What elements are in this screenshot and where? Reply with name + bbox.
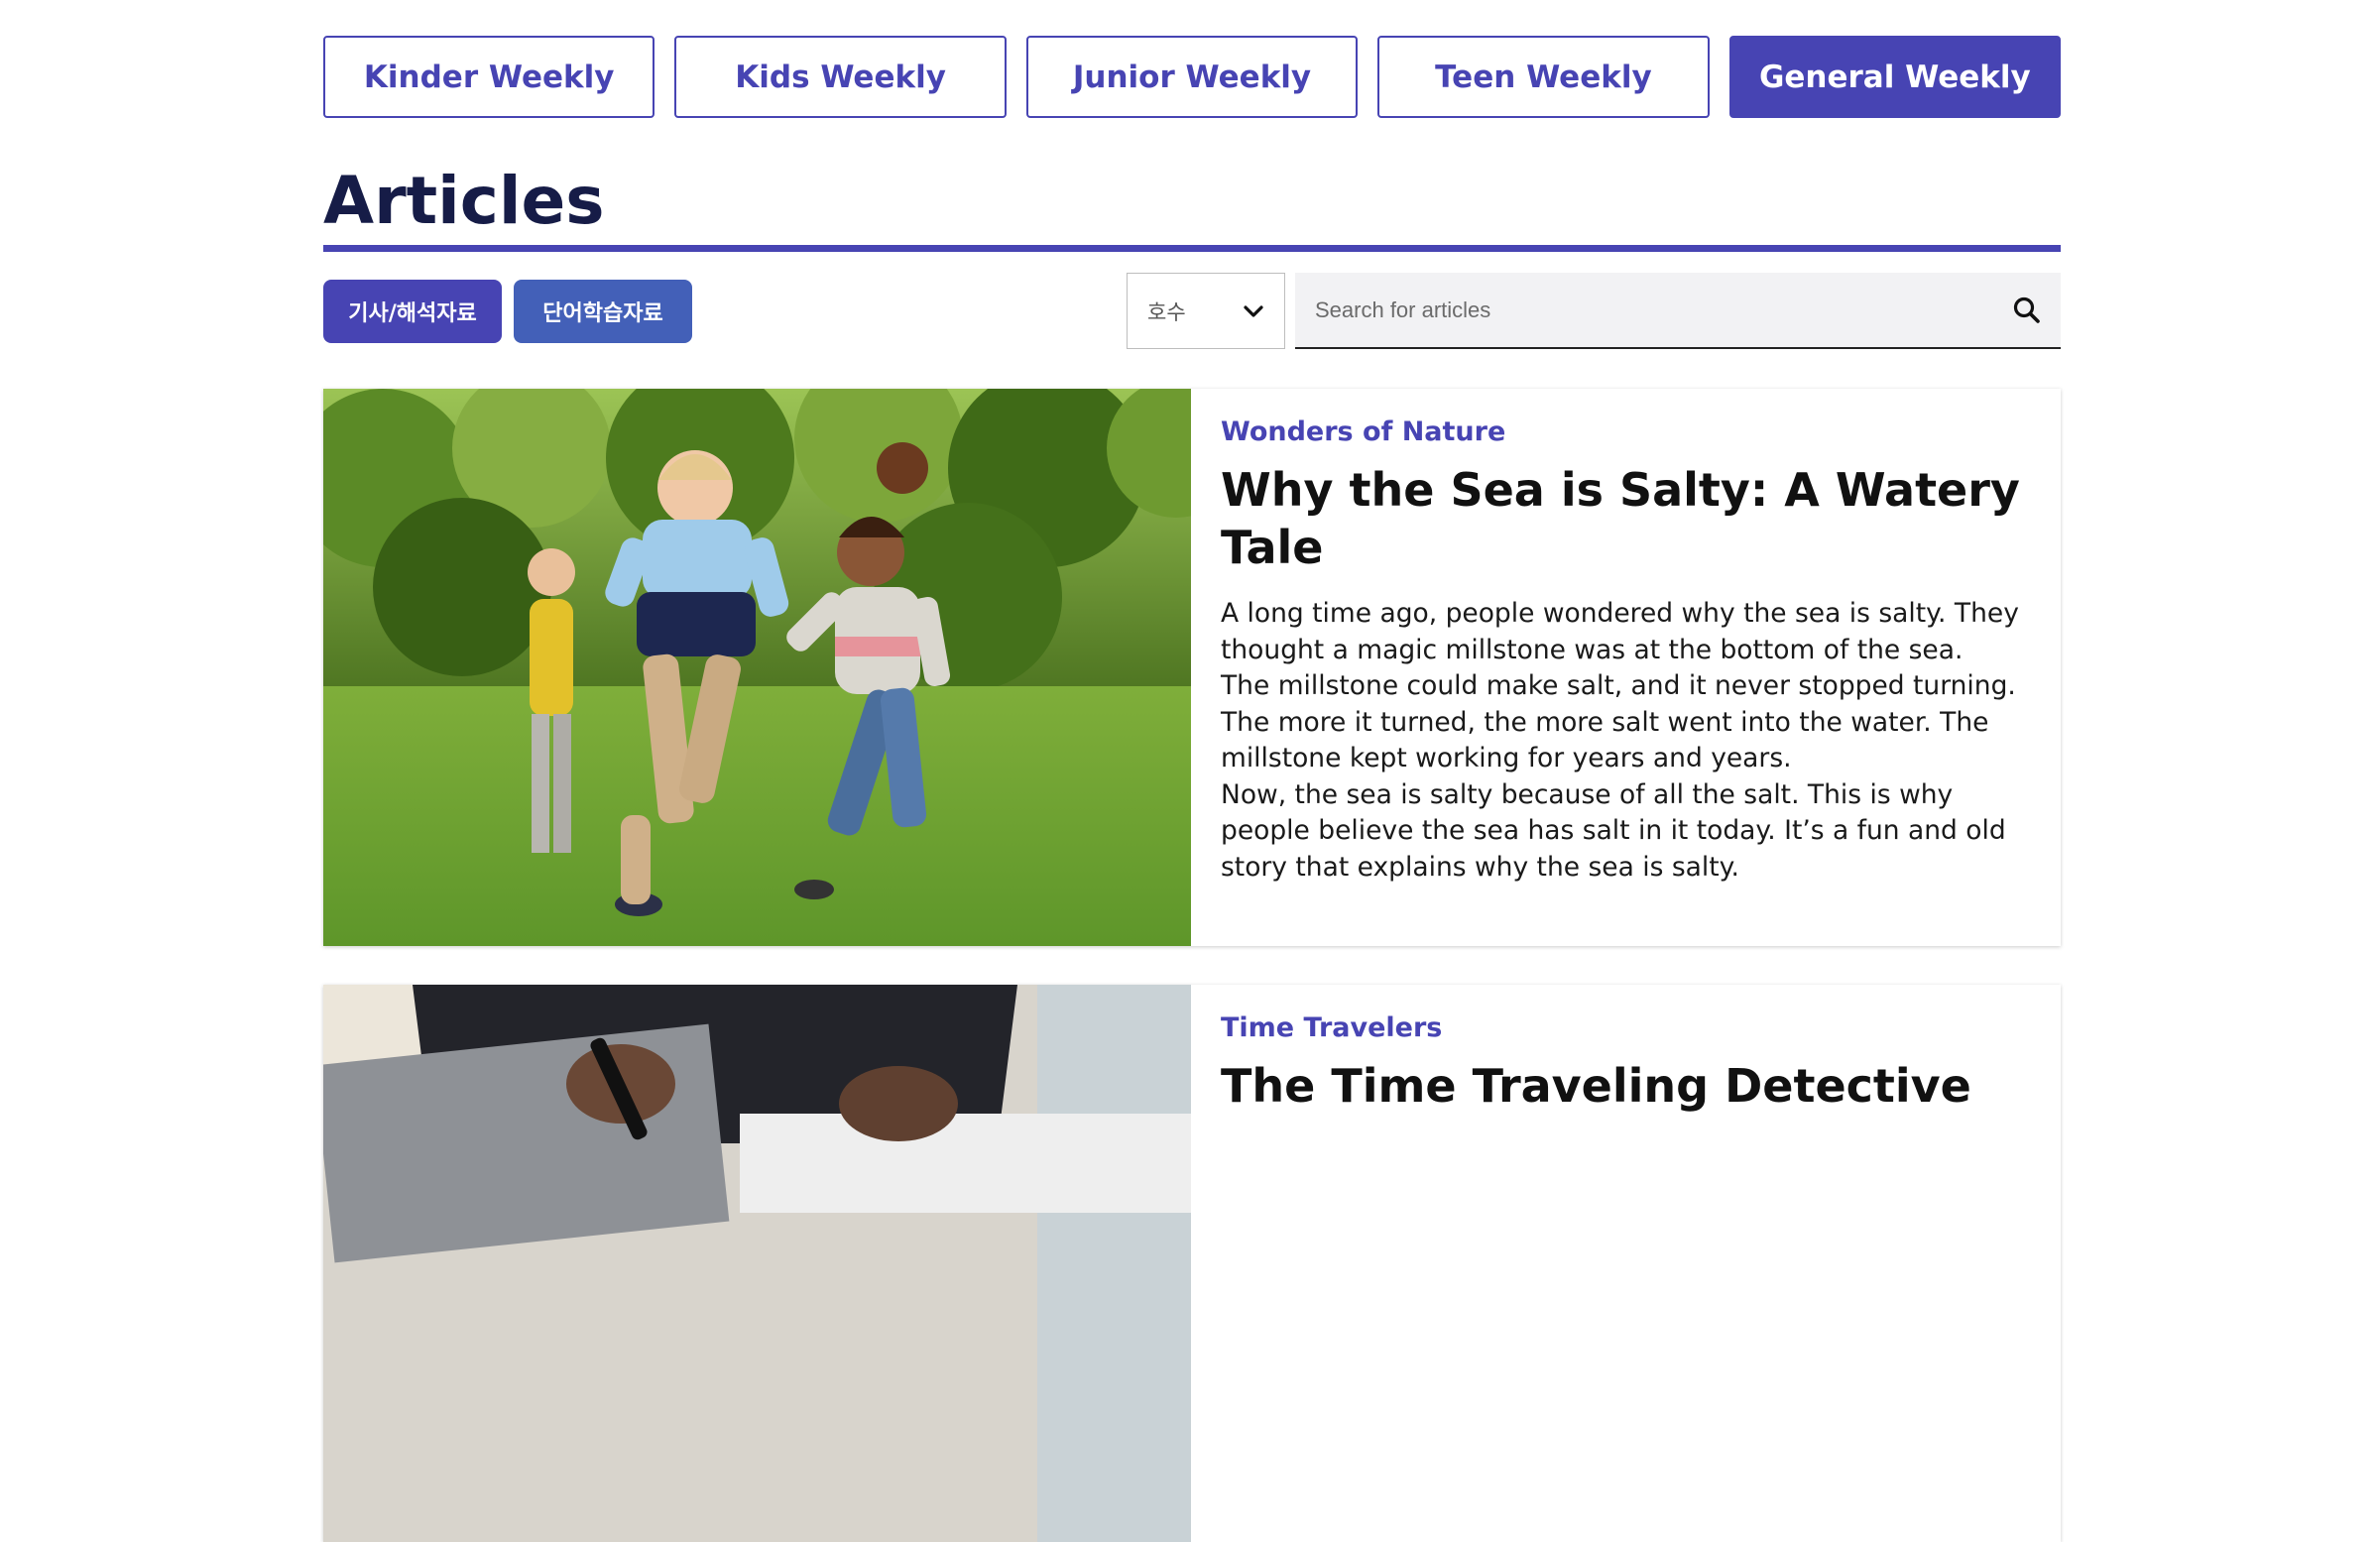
search-input[interactable]: [1295, 273, 2007, 347]
article-body: Time Travelers The Time Traveling Detect…: [1191, 985, 2061, 1542]
article-image: [323, 985, 1191, 1542]
search-icon[interactable]: [2007, 291, 2047, 330]
article-card[interactable]: Wonders of Nature Why the Sea is Salty: …: [323, 389, 2061, 946]
tab-kinder-weekly[interactable]: Kinder Weekly: [323, 36, 655, 118]
level-tabs: Kinder Weekly Kids Weekly Junior Weekly …: [323, 36, 2062, 118]
article-category[interactable]: Time Travelers: [1221, 1012, 2031, 1043]
vocab-filter-button[interactable]: 단어학습자료: [514, 280, 692, 343]
issue-select-value: 호수: [1147, 299, 1186, 324]
title-divider: [323, 245, 2061, 252]
tab-junior-weekly[interactable]: Junior Weekly: [1025, 36, 1359, 118]
article-title[interactable]: Why the Sea is Salty: A Watery Tale: [1221, 461, 2031, 576]
article-title[interactable]: The Time Traveling Detective: [1221, 1057, 2031, 1115]
article-summary: A long time ago, people wondered why the…: [1221, 598, 2019, 883]
article-body: Wonders of Nature Why the Sea is Salty: …: [1191, 389, 2061, 946]
article-category[interactable]: Wonders of Nature: [1221, 416, 2031, 447]
search-box: [1295, 273, 2061, 349]
chevron-down-icon: [1243, 299, 1264, 323]
articles-filter-button[interactable]: 기사/해석자료: [323, 280, 502, 343]
article-image: [323, 389, 1191, 946]
issue-select[interactable]: 호수: [1127, 273, 1285, 349]
main-content: Kinder Weekly Kids Weekly Junior Weekly …: [323, 0, 2062, 1542]
tab-general-weekly[interactable]: General Weekly: [1728, 36, 2062, 118]
tab-kids-weekly[interactable]: Kids Weekly: [674, 36, 1007, 118]
article-card[interactable]: Time Travelers The Time Traveling Detect…: [323, 985, 2061, 1542]
page-title: Articles: [323, 163, 605, 239]
tab-teen-weekly[interactable]: Teen Weekly: [1377, 36, 1710, 118]
